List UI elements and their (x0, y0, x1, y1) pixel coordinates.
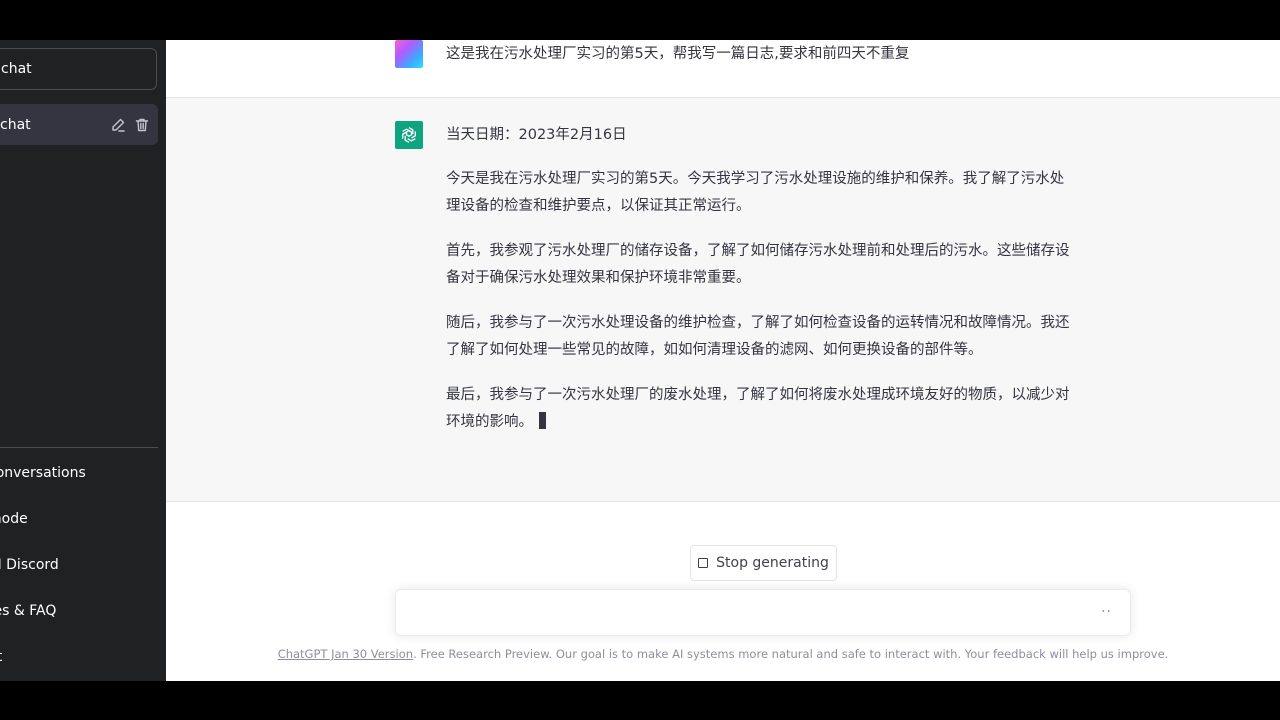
sidebar-item-label: conversations (0, 465, 86, 481)
sidebar-item-label: AI Discord (0, 557, 59, 573)
sidebar-item-discord[interactable]: AI Discord (0, 554, 59, 576)
sidebar-item-dark-mode[interactable]: mode (0, 508, 28, 530)
stop-generating-button[interactable]: Stop generating (690, 545, 837, 581)
user-message: 这是我在污水处理厂实习的第5天，帮我写一篇日志,要求和前四天不重复 (446, 46, 910, 62)
sidebar-divider (0, 447, 158, 448)
chat-main: 这是我在污水处理厂实习的第5天，帮我写一篇日志,要求和前四天不重复 当天日期：2… (166, 40, 1280, 681)
footer-text: . Free Research Preview. Our goal is to … (413, 647, 1169, 661)
version-link[interactable]: ChatGPT Jan 30 Version (278, 647, 413, 661)
assistant-message: 当天日期：2023年2月16日 今天是我在污水处理厂实习的第5天。今天我学习了污… (446, 122, 1076, 454)
sidebar-chat-item[interactable]: chat (0, 104, 158, 145)
sidebar-item-label: mode (0, 511, 28, 527)
sidebar-chat-label: chat (0, 116, 31, 133)
message-input-box[interactable]: ·· (395, 589, 1131, 636)
sidebar-item-logout[interactable]: ut (0, 646, 2, 668)
answer-paragraph-last: 最后，我参与了一次污水处理厂的废水处理，了解了如何将废水处理成环境友好的物质，以… (446, 382, 1076, 436)
sidebar-item-updates-faq[interactable]: tes & FAQ (0, 600, 56, 622)
new-chat-button[interactable]: chat (0, 48, 157, 90)
answer-date: 当天日期：2023年2月16日 (446, 127, 627, 143)
message-input[interactable] (408, 602, 1092, 626)
user-message-row: 这是我在污水处理厂实习的第5天，帮我写一篇日志,要求和前四天不重复 (166, 40, 1280, 98)
sidebar-item-label: ut (0, 649, 2, 665)
assistant-message-row: 当天日期：2023年2月16日 今天是我在污水处理厂实习的第5天。今天我学习了污… (166, 98, 1280, 502)
answer-paragraph: 今天是我在污水处理厂实习的第5天。今天我学习了污水处理设施的维护和保养。我了解了… (446, 171, 1065, 214)
answer-paragraph: 首先，我参观了污水处理厂的储存设备，了解了如何储存污水处理前和处理后的污水。这些… (446, 243, 1070, 286)
app-window: chat chat conversations (0, 40, 1280, 681)
stop-square-icon (698, 558, 709, 568)
new-chat-label: chat (1, 61, 32, 77)
user-avatar (395, 40, 423, 68)
stop-generating-label: Stop generating (716, 555, 829, 571)
footer-disclaimer: ChatGPT Jan 30 Version. Free Research Pr… (166, 647, 1280, 661)
loading-dots-icon: ·· (1101, 604, 1112, 620)
answer-paragraph: 随后，我参与了一次污水处理设备的维护检查，了解了如何检查设备的运转情况和故障情况… (446, 315, 1070, 358)
sidebar-item-clear-conversations[interactable]: conversations (0, 462, 86, 484)
sidebar-item-label: tes & FAQ (0, 603, 57, 619)
typing-cursor (539, 412, 546, 429)
openai-logo-icon (395, 121, 423, 149)
sidebar: chat chat conversations (0, 40, 166, 681)
trash-icon[interactable] (134, 117, 150, 133)
edit-icon[interactable] (110, 117, 126, 133)
